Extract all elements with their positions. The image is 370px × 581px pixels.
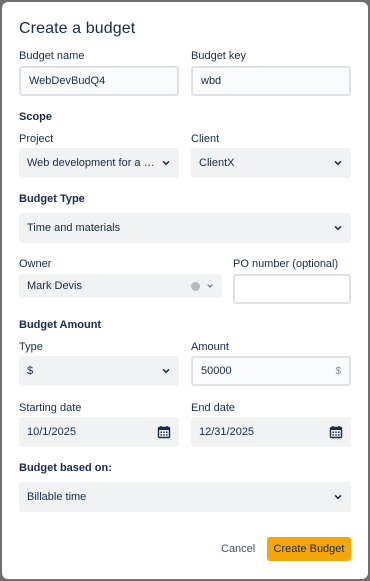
owner-value: Mark Devis (27, 280, 83, 292)
chevron-down-icon (334, 161, 342, 166)
client-label: Client (191, 133, 220, 145)
starting-date-picker[interactable]: 10/1/2025 (19, 417, 179, 447)
amount-type-value: $ (27, 365, 34, 377)
dialog-title: Create a budget (19, 20, 136, 37)
project-select[interactable]: Web development for a m... (19, 148, 179, 178)
create-budget-button[interactable]: Create Budget (267, 537, 351, 561)
chevron-down-icon (334, 226, 342, 231)
based-on-select[interactable]: Billable time (19, 482, 351, 512)
po-number-label: PO number (optional) (233, 258, 339, 270)
starting-date-value: 10/1/2025 (27, 426, 76, 438)
budget-name-label: Budget name (19, 50, 85, 62)
budget-key-label: Budget key (191, 50, 247, 62)
project-label: Project (19, 133, 54, 145)
chevron-down-icon (162, 369, 170, 374)
budget-name-value: WebDevBudQ4 (29, 75, 106, 87)
based-on-heading: Budget based on: (19, 462, 112, 474)
end-date-label: End date (191, 402, 236, 414)
owner-select[interactable]: Mark Devis (19, 274, 222, 298)
amount-label: Amount (191, 341, 229, 353)
calendar-icon[interactable] (157, 425, 171, 439)
avatar (191, 281, 200, 291)
scope-heading: Scope (19, 111, 53, 123)
starting-date-label: Starting date (19, 402, 82, 414)
amount-type-label: Type (19, 341, 43, 353)
currency-suffix: $ (335, 365, 341, 377)
chevron-down-icon (334, 495, 342, 500)
budget-amount-heading: Budget Amount (19, 319, 102, 331)
po-number-input[interactable] (233, 274, 351, 304)
budget-type-select[interactable]: Time and materials (19, 213, 351, 243)
based-on-value: Billable time (27, 491, 87, 503)
client-select[interactable]: ClientX (191, 148, 351, 178)
project-value: Web development for a m... (27, 157, 161, 169)
owner-label: Owner (19, 258, 52, 270)
chevron-down-icon (162, 161, 170, 166)
budget-key-value: wbd (201, 75, 222, 87)
create-budget-dialog: Create a budget Budget name WebDevBudQ4 … (2, 2, 368, 579)
end-date-picker[interactable]: 12/31/2025 (191, 417, 351, 447)
budget-type-value: Time and materials (27, 222, 121, 234)
client-value: ClientX (199, 157, 235, 169)
end-date-value: 12/31/2025 (199, 426, 255, 438)
budget-type-heading: Budget Type (19, 193, 85, 205)
cancel-button[interactable]: Cancel (221, 543, 255, 555)
calendar-icon[interactable] (329, 425, 343, 439)
budget-key-input[interactable]: wbd (191, 66, 351, 96)
amount-type-select[interactable]: $ (19, 356, 179, 386)
budget-name-input[interactable]: WebDevBudQ4 (19, 66, 179, 96)
chevron-down-icon (207, 284, 213, 288)
amount-value: 50000 (201, 365, 232, 377)
amount-input[interactable]: 50000 $ (191, 356, 351, 386)
